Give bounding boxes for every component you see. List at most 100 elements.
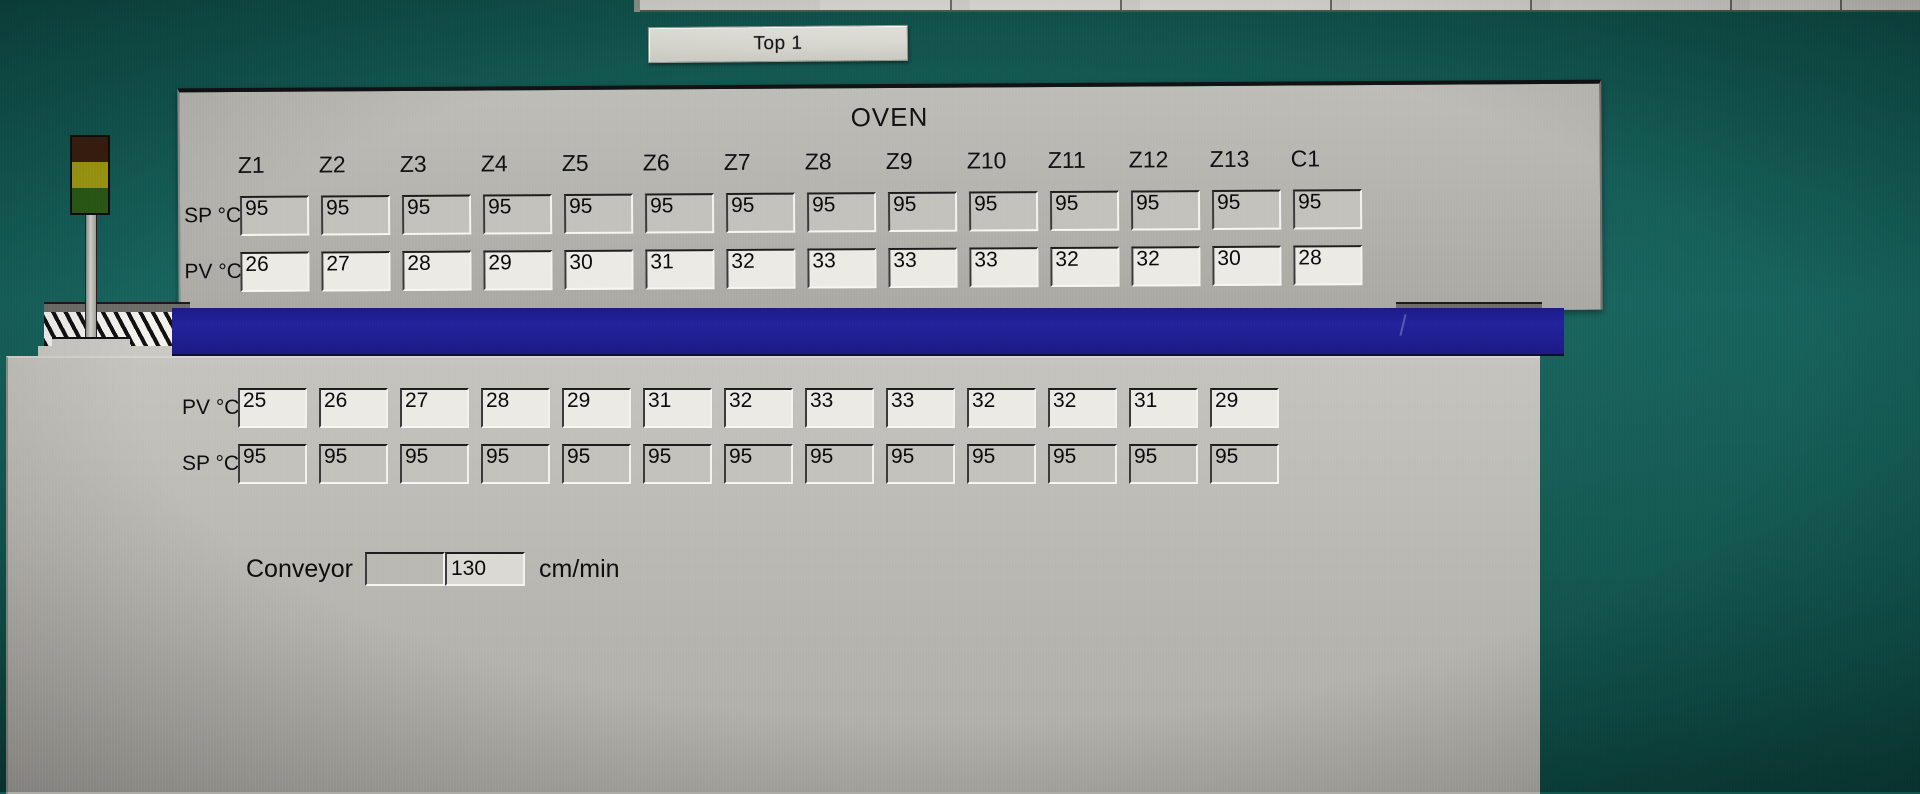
setpoint-field-z2[interactable]: 95 (320, 195, 391, 236)
process-value-field-z4[interactable]: 28 (481, 388, 550, 428)
value-text: 95 (892, 192, 917, 216)
setpoint-field-z7[interactable]: 95 (725, 192, 796, 234)
setpoint-field-z8[interactable]: 95 (805, 444, 874, 484)
oven-top-zone-header-row: Z1 Z2 Z3 Z4 Z5 Z6 Z7 Z8 Z9 Z10 Z11 Z12 Z13 C1 (238, 145, 1372, 179)
conveyor-actual-value[interactable]: 130 (445, 552, 525, 586)
setpoint-field-z4[interactable]: 95 (481, 444, 550, 484)
setpoint-field-z1[interactable]: 95 (239, 195, 310, 236)
value-text: 95 (1297, 190, 1322, 214)
zone-header-z2: Z2 (318, 151, 346, 178)
setpoint-field-z10[interactable]: 95 (968, 191, 1039, 232)
process-value-field-z8[interactable]: 33 (807, 248, 877, 289)
process-value-field-z12[interactable]: 31 (1129, 388, 1198, 428)
zone-header-z10: Z10 (966, 147, 1007, 174)
value-text: 30 (1217, 246, 1241, 271)
oven-bottom-panel: PV °C 25 26 27 28 29 31 32 33 33 32 32 31 29 SP °C 95 9… (6, 356, 1540, 794)
setpoint-field-c1[interactable]: 95 (1292, 189, 1363, 230)
setpoint-field-z6[interactable]: 95 (643, 444, 712, 484)
value-text: 25 (243, 389, 267, 412)
setpoint-field-z5[interactable]: 95 (562, 444, 631, 484)
row-label-setpoint: SP °C (184, 203, 242, 228)
setpoint-field-z1[interactable]: 95 (238, 444, 307, 484)
setpoint-field-z2[interactable]: 95 (319, 444, 388, 484)
value-text: 32 (731, 249, 755, 273)
setpoint-field-z13[interactable]: 95 (1211, 189, 1282, 231)
value-text: 95 (243, 445, 267, 468)
cell-z3: 28 (402, 250, 483, 291)
process-value-field-z7[interactable]: 32 (726, 248, 796, 290)
setpoint-field-z10[interactable]: 95 (967, 444, 1036, 484)
cell-z12: 95 (1129, 444, 1210, 484)
row-cells: 95 95 95 95 95 95 95 95 95 95 95 95 95 95 (239, 189, 1374, 236)
process-value-field-z1[interactable]: 25 (238, 388, 307, 428)
process-value-field-z7[interactable]: 32 (724, 388, 793, 428)
process-value-field-z9[interactable]: 33 (888, 247, 958, 289)
cell-z6: 95 (643, 444, 724, 484)
value-text: 95 (1135, 191, 1160, 215)
process-value-field-z4[interactable]: 29 (483, 250, 553, 291)
process-value-field-z3[interactable]: 28 (402, 250, 472, 291)
cell-z3: 27 (400, 388, 481, 428)
value-text: 33 (810, 389, 834, 412)
cell-z2: 26 (319, 388, 400, 428)
process-value-field-z11[interactable]: 32 (1050, 246, 1120, 288)
setpoint-field-z9[interactable]: 95 (886, 444, 955, 484)
value-text: 95 (244, 196, 269, 220)
process-value-field-z2[interactable]: 27 (321, 251, 391, 292)
cell-z10: 95 (967, 444, 1048, 484)
process-value-field-z5[interactable]: 29 (562, 388, 631, 428)
process-value-field-z6[interactable]: 31 (645, 249, 715, 290)
process-value-field-z13[interactable]: 30 (1212, 245, 1282, 287)
setpoint-field-z12[interactable]: 95 (1129, 444, 1198, 484)
value-text: 28 (486, 389, 510, 412)
setpoint-field-z7[interactable]: 95 (724, 444, 793, 484)
value-text: 31 (650, 250, 674, 274)
value-text: 95 (972, 445, 996, 468)
process-value-field-z9[interactable]: 33 (886, 388, 955, 428)
cell-z6: 31 (645, 249, 726, 290)
setpoint-field-z12[interactable]: 95 (1130, 190, 1201, 231)
process-value-field-z11[interactable]: 32 (1048, 388, 1117, 428)
cell-z4: 95 (482, 194, 564, 235)
setpoint-field-z3[interactable]: 95 (401, 194, 472, 235)
process-value-field-z10[interactable]: 32 (967, 388, 1036, 428)
process-value-field-z12[interactable]: 32 (1131, 246, 1201, 287)
cell-z12: 95 (1130, 190, 1212, 231)
setpoint-field-z9[interactable]: 95 (887, 191, 958, 233)
setpoint-field-z8[interactable]: 95 (806, 192, 877, 233)
process-value-field-z2[interactable]: 26 (319, 388, 388, 428)
process-value-field-z3[interactable]: 27 (400, 388, 469, 428)
conveyor-setpoint-input[interactable] (365, 552, 445, 586)
zone-header-z11: Z11 (1047, 146, 1086, 174)
value-text: 32 (1136, 247, 1160, 271)
process-value-field-z8[interactable]: 33 (805, 388, 874, 428)
value-text: 95 (1053, 445, 1077, 468)
conveyor-units-label: cm/min (539, 554, 620, 583)
oven-top-sp-row: SP °C 95 95 95 95 95 95 95 95 95 95 95 95 95 95 (182, 189, 1374, 236)
process-value-field-z13[interactable]: 29 (1210, 388, 1279, 428)
hmi-screen: Top 1 OVEN Z1 Z2 Z3 Z4 Z5 Z6 Z7 Z8 Z9 Z10 Z11 Z12 Z1… (0, 0, 1920, 794)
setpoint-field-z4[interactable]: 95 (482, 194, 553, 235)
value-text: 95 (730, 193, 755, 217)
setpoint-field-z3[interactable]: 95 (400, 444, 469, 484)
value-text: 33 (891, 389, 915, 412)
screen-title-button[interactable]: Top 1 (647, 24, 909, 64)
row-label-process-value: PV °C (184, 259, 242, 284)
process-value-field-c1[interactable]: 28 (1293, 245, 1363, 286)
process-value-field-z5[interactable]: 30 (564, 249, 634, 290)
setpoint-field-z6[interactable]: 95 (644, 193, 715, 234)
setpoint-field-z5[interactable]: 95 (563, 193, 634, 234)
setpoint-field-z11[interactable]: 95 (1048, 444, 1117, 484)
cell-z12: 32 (1131, 246, 1212, 287)
value-text: 30 (569, 250, 593, 274)
process-value-field-z1[interactable]: 26 (240, 251, 310, 292)
setpoint-field-z13[interactable]: 95 (1210, 444, 1279, 484)
row-cells: 95 95 95 95 95 95 95 95 95 95 95 95 95 (238, 444, 1291, 484)
stack-light-base (52, 337, 130, 353)
row-cells: 26 27 28 29 30 31 32 33 33 33 32 32 30 28 (240, 245, 1374, 292)
value-text: 95 (405, 445, 429, 468)
process-value-field-z10[interactable]: 33 (969, 247, 1039, 288)
cell-z11: 32 (1050, 246, 1131, 288)
setpoint-field-z11[interactable]: 95 (1049, 190, 1120, 232)
process-value-field-z6[interactable]: 31 (643, 388, 712, 428)
